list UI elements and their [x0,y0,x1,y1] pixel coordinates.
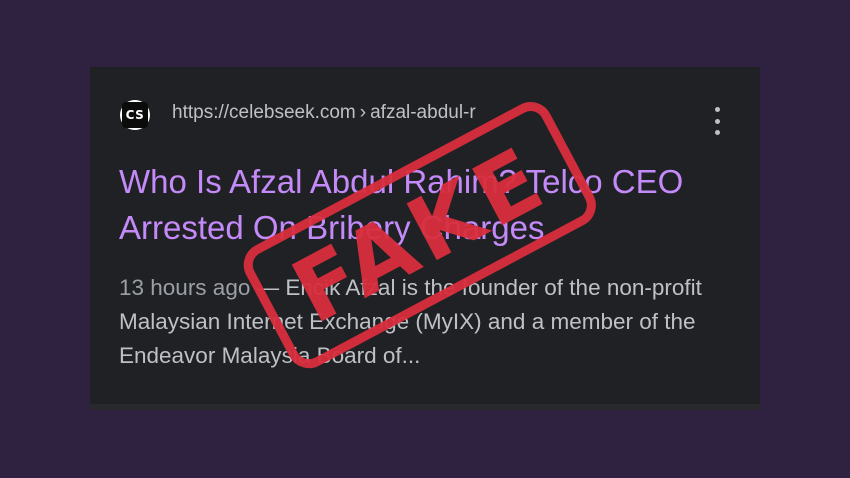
url-separator: › [359,102,367,123]
url-base: https://celebseek.com [172,102,356,123]
card-bottom-border [90,404,760,410]
menu-dot [714,107,720,112]
result-url-breadcrumb[interactable]: https://celebseek.com › afzal-abdul-r [172,102,476,124]
menu-dot [714,130,720,135]
site-favicon-icon[interactable]: CS [120,100,150,130]
menu-dot [714,118,720,124]
result-age: 13 hours ago [119,275,251,300]
favicon-label: CS [122,102,148,128]
kebab-menu-icon[interactable] [710,107,724,135]
url-path: afzal-abdul-r [370,102,476,123]
